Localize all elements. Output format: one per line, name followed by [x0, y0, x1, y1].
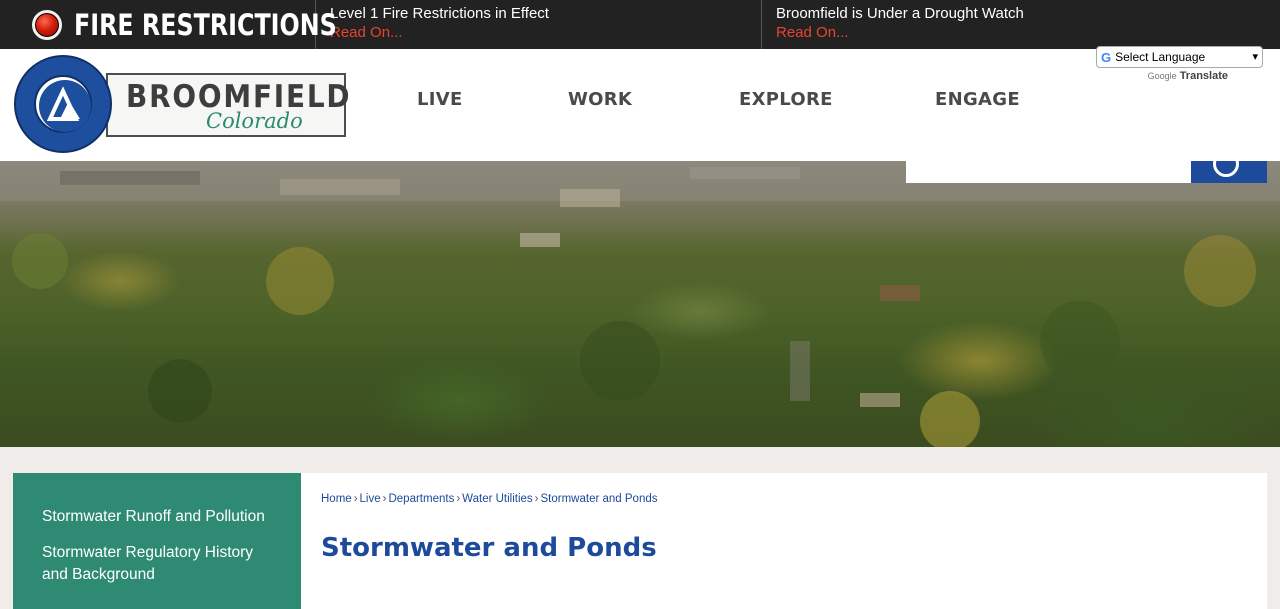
breadcrumb-live[interactable]: Live [360, 493, 381, 505]
search-button[interactable] [1191, 161, 1267, 183]
breadcrumb-separator: › [456, 493, 461, 505]
fire-restrictions-title: FIRE RESTRICTIONS [74, 7, 337, 42]
powered-by-google: Google Translate [1096, 70, 1264, 82]
sidebar-item-stormwater-runoff[interactable]: Stormwater Runoff and Pollution [42, 506, 272, 528]
page-title: Stormwater and Ponds [321, 533, 657, 563]
alert-item-fire-restrictions: Level 1 Fire Restrictions in Effect Read… [316, 0, 762, 49]
translate-word: Translate [1179, 70, 1228, 82]
read-on-link[interactable]: Read On... [330, 23, 403, 42]
breadcrumb-separator: › [382, 493, 387, 505]
sidebar-item-regulatory-history[interactable]: Stormwater Regulatory History and Backgr… [42, 542, 272, 586]
red-alert-dot-icon [32, 9, 62, 40]
breadcrumb-departments[interactable]: Departments [388, 493, 454, 505]
hero-aerial-photo [0, 161, 1280, 447]
alert-bar: FIRE RESTRICTIONS Level 1 Fire Restricti… [0, 0, 1280, 49]
chevron-down-icon: ▾ [1252, 51, 1258, 63]
breadcrumb-water-utilities[interactable]: Water Utilities [462, 493, 533, 505]
mountain-seal-icon [39, 80, 91, 132]
nav-live[interactable]: LIVE [417, 89, 463, 110]
google-g-icon: G [1101, 49, 1112, 65]
select-language-dropdown[interactable]: G Select Language ▾ [1096, 46, 1263, 68]
breadcrumb-separator: › [353, 493, 358, 505]
search-icon [1213, 161, 1239, 177]
breadcrumb: Home › Live › Departments › Water Utilities › St… [321, 493, 1267, 505]
nav-work[interactable]: WORK [568, 89, 632, 110]
alert-item-drought-watch: Broomfield is Under a Drought Watch Read… [762, 0, 1280, 49]
select-language-label: Select Language [1115, 50, 1206, 64]
google-translate-widget: G Select Language ▾ Google Translate [1096, 46, 1264, 82]
logo-wordmark: BROOMFIELD Colorado [106, 73, 350, 137]
fire-restrictions-banner[interactable]: FIRE RESTRICTIONS [0, 0, 337, 49]
read-on-link[interactable]: Read On... [776, 23, 849, 42]
google-wordmark: Google [1147, 71, 1177, 81]
site-header: BROOMFIELD Colorado LIVE WORK EXPLORE EN… [0, 46, 1280, 161]
sidebar-nav: Stormwater Runoff and Pollution Stormwat… [13, 473, 301, 609]
broomfield-logo[interactable]: BROOMFIELD Colorado [14, 55, 350, 153]
county-seal-icon [14, 55, 112, 153]
alert-headline: Level 1 Fire Restrictions in Effect [330, 5, 549, 22]
seal-center [34, 75, 92, 133]
nav-engage[interactable]: ENGAGE [935, 89, 1020, 110]
logo-state: Colorado [206, 109, 303, 133]
search-input[interactable] [906, 161, 1191, 183]
nav-explore[interactable]: EXPLORE [739, 89, 833, 110]
breadcrumb-separator: › [534, 493, 539, 505]
breadcrumb-stormwater-and-ponds[interactable]: Stormwater and Ponds [541, 493, 658, 505]
hero-photo-texture [0, 161, 1280, 447]
alert-headline: Broomfield is Under a Drought Watch [776, 5, 1024, 22]
breadcrumb-home[interactable]: Home [321, 493, 352, 505]
main-content: Home › Live › Departments › Water Utilities › St… [301, 473, 1267, 609]
